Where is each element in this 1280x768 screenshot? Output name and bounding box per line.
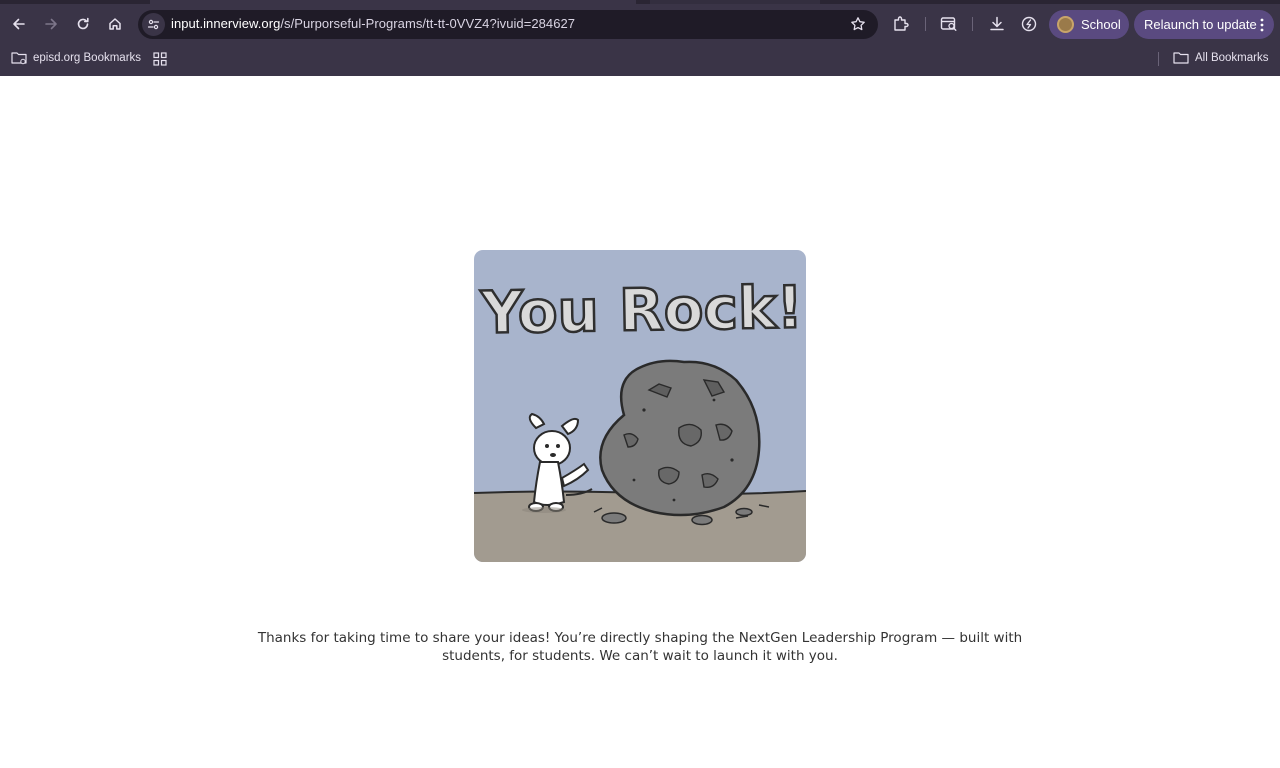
reload-icon [77,17,89,30]
star-icon[interactable] [850,16,866,32]
profile-button[interactable]: School [1049,10,1129,39]
all-bookmarks-button[interactable]: All Bookmarks [1173,51,1269,65]
reload-button[interactable] [69,10,97,38]
profile-label: School [1081,17,1121,32]
you-rock-lettering: You Rock! [478,272,805,348]
boulder [599,359,761,517]
site-info-button[interactable] [142,13,165,36]
url-host: input.innerview.org [171,16,281,31]
forward-icon [45,18,57,30]
address-bar[interactable]: input.innerview.org/s/Purporseful-Progra… [138,10,878,39]
bookmark-folder-label: episd.org Bookmarks [33,52,142,64]
avatar [1057,16,1074,33]
url-path: /s/Purporseful-Programs/tt-tt-0VVZ4?ivui… [280,16,576,31]
performance-button[interactable] [1020,15,1038,33]
message-line-2: students, for students. We can’t wait to… [442,648,838,664]
tab-search-icon [940,17,957,31]
performance-icon [1021,16,1037,32]
apps-button[interactable] [153,52,173,66]
folder-icon [1173,52,1189,64]
toolbar: input.innerview.org/s/Purporseful-Progra… [0,4,1280,44]
bookmarks-bar: episd.org Bookmarks All Bookmarks [0,44,1280,76]
download-button[interactable] [988,15,1006,33]
all-bookmarks-label: All Bookmarks [1195,52,1269,64]
extensions-button[interactable] [892,15,910,33]
forward-button[interactable] [37,10,65,38]
relaunch-button[interactable]: Relaunch to update [1134,10,1274,39]
back-icon [13,18,25,30]
kebab-icon[interactable] [1260,18,1264,32]
toolbar-divider [972,17,973,31]
url-text[interactable]: input.innerview.org/s/Purporseful-Progra… [171,16,575,31]
bookmarks-divider [1158,52,1159,66]
bookmark-folder-icon [11,52,27,65]
extensions-icon [894,16,909,31]
relaunch-label: Relaunch to update [1144,17,1257,32]
browser-chrome: input.innerview.org/s/Purporseful-Progra… [0,0,1280,76]
home-icon [109,18,121,30]
you-rock-image: You Rock! [474,250,806,562]
tab-search-button[interactable] [940,15,958,33]
download-icon [990,16,1004,31]
toolbar-divider [925,17,926,31]
back-button[interactable] [5,10,33,38]
site-info-icon [147,19,160,30]
message-line-1: Thanks for taking time to share your ide… [257,630,1023,646]
apps-grid-icon [153,52,167,66]
home-button[interactable] [101,10,129,38]
thank-you-message: Thanks for taking time to share your ide… [230,629,1050,665]
you-rock-title: You Rock! [479,273,803,347]
bookmark-folder-episd[interactable]: episd.org Bookmarks [11,51,141,65]
you-rock-illustration: You Rock! [474,250,806,562]
